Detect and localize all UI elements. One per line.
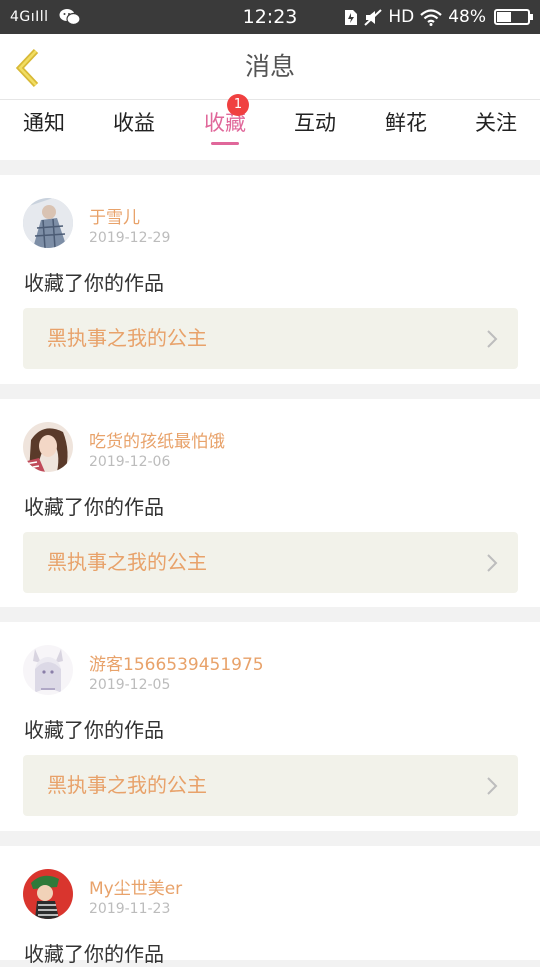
tab-favorites[interactable]: 收藏 1 bbox=[185, 94, 265, 160]
chevron-right-icon bbox=[487, 330, 498, 348]
username[interactable]: 于雪儿 bbox=[89, 203, 140, 228]
tab-flowers[interactable]: 鲜花 bbox=[366, 100, 446, 160]
sim-icon bbox=[345, 9, 358, 25]
tab-interaction[interactable]: 互动 bbox=[275, 100, 355, 160]
action-text: 收藏了你的作品 bbox=[24, 718, 164, 742]
wifi-icon bbox=[420, 8, 442, 26]
battery-percent: 48% bbox=[448, 7, 486, 27]
action-text: 收藏了你的作品 bbox=[24, 495, 164, 519]
tab-label: 互动 bbox=[294, 111, 336, 135]
back-arrow-icon bbox=[15, 48, 39, 88]
timestamp: 2019-11-23 bbox=[89, 901, 171, 917]
header: 消息 bbox=[0, 34, 540, 100]
avatar-image-icon bbox=[23, 198, 73, 248]
username[interactable]: 吃货的孩纸最怕饿 bbox=[89, 427, 225, 452]
tab-label: 通知 bbox=[23, 111, 65, 135]
action-text: 收藏了你的作品 bbox=[24, 271, 164, 295]
tab-bar: 通知 收益 收藏 1 互动 鲜花 关注 bbox=[0, 94, 540, 160]
username[interactable]: 游客1566539451975 bbox=[89, 650, 264, 675]
avatar[interactable] bbox=[23, 645, 73, 695]
action-text: 收藏了你的作品 bbox=[24, 942, 164, 966]
timestamp: 2019-12-29 bbox=[89, 230, 171, 246]
tab-follow[interactable]: 关注 bbox=[456, 100, 536, 160]
avatar-image-icon bbox=[23, 645, 73, 695]
tab-earnings[interactable]: 收益 bbox=[94, 100, 174, 160]
notification-card: 吃货的孩纸最怕饿 2019-12-06 收藏了你的作品 黑执事之我的公主 bbox=[0, 399, 540, 607]
signal-label: 4G bbox=[10, 9, 31, 25]
tab-notice[interactable]: 通知 bbox=[4, 100, 84, 160]
tab-label: 关注 bbox=[475, 111, 517, 135]
chevron-right-icon bbox=[487, 554, 498, 572]
signal-indicator: 4GıIll bbox=[10, 9, 49, 25]
work-link[interactable]: 黑执事之我的公主 bbox=[23, 308, 518, 369]
work-link[interactable]: 黑执事之我的公主 bbox=[23, 755, 518, 816]
avatar-image-icon bbox=[23, 869, 73, 919]
notification-card: 游客1566539451975 2019-12-05 收藏了你的作品 黑执事之我… bbox=[0, 622, 540, 831]
avatar[interactable] bbox=[23, 869, 73, 919]
avatar-image-icon bbox=[23, 422, 73, 472]
username[interactable]: My尘世美er bbox=[89, 874, 182, 899]
page-title: 消息 bbox=[244, 52, 295, 81]
avatar[interactable] bbox=[23, 422, 73, 472]
wechat-icon bbox=[59, 9, 81, 26]
network-type: HD bbox=[388, 7, 415, 27]
chevron-right-icon bbox=[487, 777, 498, 795]
back-button[interactable] bbox=[12, 48, 46, 88]
timestamp: 2019-12-06 bbox=[89, 454, 171, 470]
signal-bars-icon: ıIll bbox=[30, 9, 49, 25]
battery-icon bbox=[494, 9, 533, 25]
work-title: 黑执事之我的公主 bbox=[47, 550, 207, 574]
work-link[interactable]: 黑执事之我的公主 bbox=[23, 532, 518, 593]
notification-card: 于雪儿 2019-12-29 收藏了你的作品 黑执事之我的公主 bbox=[0, 175, 540, 384]
unread-badge: 1 bbox=[227, 94, 249, 116]
status-bar: 4GıIll 12:23 HD 48% bbox=[0, 0, 540, 34]
active-tab-indicator bbox=[211, 142, 239, 145]
notification-card: My尘世美er 2019-11-23 收藏了你的作品 bbox=[0, 846, 540, 966]
work-title: 黑执事之我的公主 bbox=[47, 773, 207, 797]
mute-icon bbox=[364, 8, 383, 26]
avatar[interactable] bbox=[23, 198, 73, 248]
tab-label: 收益 bbox=[113, 111, 155, 135]
timestamp: 2019-12-05 bbox=[89, 677, 171, 693]
work-title: 黑执事之我的公主 bbox=[47, 326, 207, 350]
tab-label: 鲜花 bbox=[385, 111, 427, 135]
